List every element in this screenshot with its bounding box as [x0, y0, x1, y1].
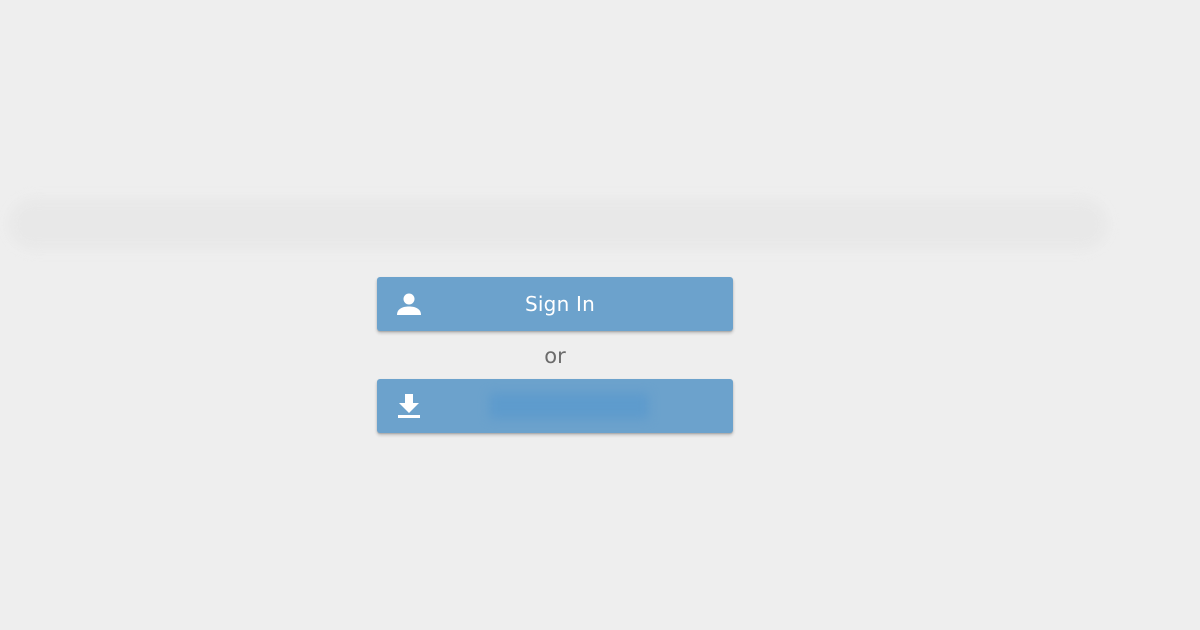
sign-in-button[interactable]: Sign In — [377, 277, 733, 331]
sign-in-label: Sign In — [525, 292, 595, 316]
download-button[interactable] — [377, 379, 733, 433]
blurred-banner — [8, 198, 1108, 250]
or-separator: or — [544, 344, 566, 368]
download-label-redacted — [489, 393, 649, 419]
page: Sign In or — [0, 0, 1200, 630]
person-icon — [395, 290, 423, 318]
download-icon — [395, 392, 423, 420]
